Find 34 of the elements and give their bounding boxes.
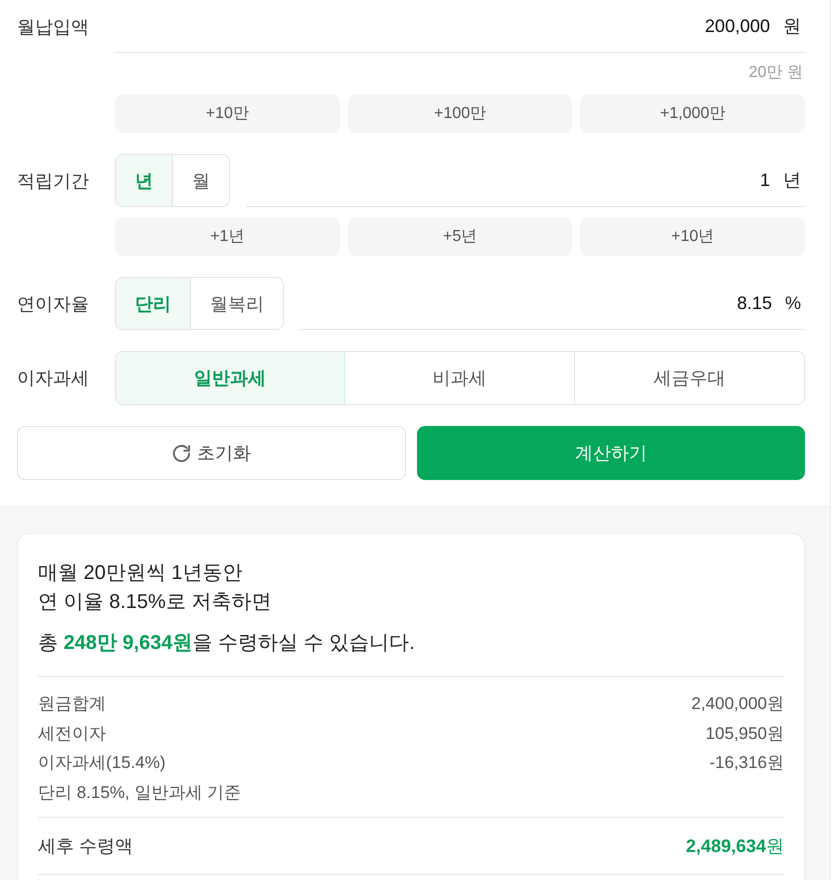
result-summary-line: 연 이율 8.15%로 저축하면 [38,590,272,615]
detail-label: 이자과세(15.4%) [38,752,166,774]
field-label: 이자과세 [17,367,90,390]
calculation-basis-note: 단리 8.15%, 일반과세 기준 [38,782,242,804]
detail-value: -16,316원 [709,752,784,774]
detail-value: 2,400,000원 [691,693,784,715]
quick-add-button[interactable]: +5년 [348,217,572,256]
field-label: 월납입액 [17,16,90,38]
quick-add-button[interactable]: +100만 [348,94,572,133]
result-total-sentence: 총 248만 9,634원을 수령하실 수 있습니다. [38,629,784,677]
detail-label: 세전이자 [38,722,106,744]
field-value: 200,000 [704,16,770,36]
field-label: 적립기간 [17,170,90,192]
amount-hint: 20만 원 [748,63,804,83]
net-amount-label: 세후 수령액 [38,835,134,858]
unit-label: 년 [783,169,801,192]
unit-label: 원 [783,15,801,38]
detail-label: 원금합계 [38,693,106,715]
input-field[interactable]: 1 년 [246,154,805,207]
detail-value: 105,950원 [706,722,784,744]
field-value: 1 [760,170,770,190]
quick-add-button[interactable]: +10년 [580,217,805,256]
reset-button[interactable]: 초기화 [17,426,406,480]
quick-add-button[interactable]: +1,000만 [580,94,805,133]
input-field[interactable]: 200,000 원 [115,0,805,53]
quick-add-button[interactable]: +10만 [115,94,340,133]
field-value: 8.15 [736,292,772,314]
unit-label: % [784,292,801,314]
input-field[interactable]: 8.15 % [300,277,805,330]
net-amount-value: 2,489,634원 [686,835,784,858]
field-label: 연이자율 [17,292,90,316]
quick-add-button[interactable]: +1년 [115,217,340,256]
refresh-icon [172,444,191,462]
result-summary-line: 매월 20만원씩 1년동안 [38,561,244,586]
